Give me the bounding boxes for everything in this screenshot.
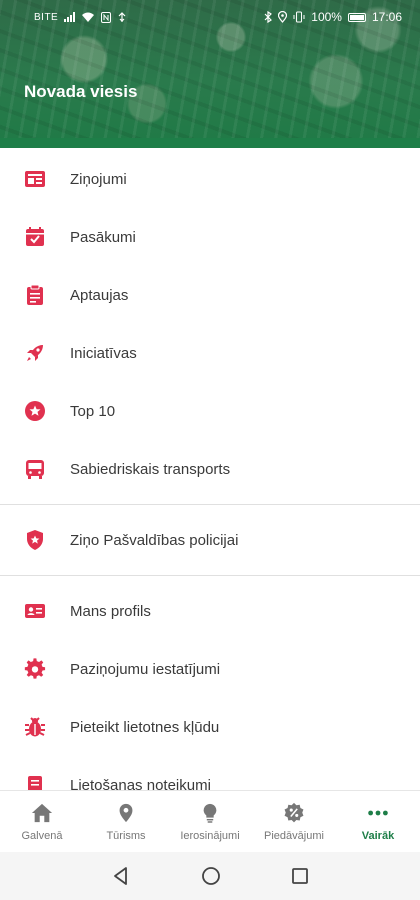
menu-item-label: Top 10 [70, 402, 116, 420]
bottom-navigation: Galvenā Tūrisms Ierosinājumi Piedāvājumi… [0, 790, 420, 852]
nav-label: Galvenā [21, 830, 63, 842]
menu-item-zino-policijai[interactable]: Ziņo Pašvaldības policijai [0, 511, 420, 569]
clock: 17:06 [371, 10, 402, 24]
menu-item-iniciativas[interactable]: Iniciatīvas [0, 324, 420, 382]
calendar-check-icon [22, 224, 48, 250]
bluetooth-icon [264, 11, 273, 23]
menu-item-zinojumi[interactable]: Ziņojumi [0, 150, 420, 208]
menu-item-label: Mans profils [70, 602, 151, 620]
nav-turisms[interactable]: Tūrisms [84, 791, 168, 852]
location-icon [278, 11, 288, 23]
signal-icon [64, 12, 76, 22]
map-pin-icon [114, 801, 138, 825]
menu-item-aptaujas[interactable]: Aptaujas [0, 266, 420, 324]
menu-item-sabiedriskais-transports[interactable]: Sabiedriskais transports [0, 440, 420, 498]
menu-item-pazinojumu-iestatijumi[interactable]: Paziņojumu iestatījumi [0, 640, 420, 698]
menu-item-pasakumi[interactable]: Pasākumi [0, 208, 420, 266]
recents-icon[interactable] [291, 867, 309, 885]
page-title: Novada viesis [24, 82, 138, 101]
status-bar: BITE 100% 17:06 [0, 0, 420, 34]
menu-item-label: Ziņo Pašvaldības policijai [70, 531, 239, 549]
system-navigation-bar [0, 852, 420, 900]
gear-icon [22, 656, 48, 682]
shield-star-icon [22, 527, 48, 553]
nav-vairak[interactable]: Vairāk [336, 791, 420, 852]
header-banner: BITE 100% 17:06 Novada viesis [0, 0, 420, 148]
nav-label: Tūrisms [106, 830, 146, 842]
divider [0, 575, 420, 576]
star-circle-icon [22, 398, 48, 424]
menu-item-label: Pieteikt lietotnes kļūdu [70, 718, 220, 736]
menu-item-mans-profils[interactable]: Mans profils [0, 582, 420, 640]
divider [0, 504, 420, 505]
menu-item-pieteikt-kludu[interactable]: Pieteikt lietotnes kļūdu [0, 698, 420, 756]
nav-label: Ierosinājumi [180, 830, 240, 842]
menu-list: Ziņojumi Pasākumi Aptaujas Iniciatīvas T… [0, 148, 420, 790]
menu-item-label: Iniciatīvas [70, 344, 137, 362]
bug-icon [22, 714, 48, 740]
id-card-icon [22, 598, 48, 624]
wifi-icon [82, 12, 95, 22]
nav-label: Piedāvājumi [264, 830, 324, 842]
battery-percent: 100% [311, 10, 342, 24]
home-icon [30, 801, 54, 825]
more-dots-icon [366, 801, 390, 825]
news-icon [22, 166, 48, 192]
menu-item-label: Lietošanas noteikumi [70, 776, 211, 791]
lightbulb-icon [198, 801, 222, 825]
percent-icon [282, 801, 306, 825]
menu-item-label: Ziņojumi [70, 170, 127, 188]
menu-item-label: Sabiedriskais transports [70, 460, 231, 478]
nav-piedavajumi[interactable]: Piedāvājumi [252, 791, 336, 852]
status-right: 100% 17:06 [264, 10, 402, 24]
nav-ierosinajumi[interactable]: Ierosinājumi [168, 791, 252, 852]
bus-icon [22, 456, 48, 482]
battery-icon [347, 12, 366, 22]
menu-item-lietosanas-noteikumi[interactable]: Lietošanas noteikumi [0, 756, 420, 790]
nav-galvena[interactable]: Galvenā [0, 791, 84, 852]
vibrate-icon [293, 11, 305, 23]
menu-item-label: Paziņojumu iestatījumi [70, 660, 221, 678]
carrier-name: BITE [34, 11, 59, 23]
menu-item-top-10[interactable]: Top 10 [0, 382, 420, 440]
header-band [0, 138, 420, 148]
back-icon[interactable] [111, 866, 131, 886]
home-circle-icon[interactable] [201, 866, 221, 886]
clipboard-icon [22, 282, 48, 308]
rocket-icon [22, 340, 48, 366]
data-sync-icon [118, 11, 126, 22]
menu-item-label: Aptaujas [70, 286, 129, 304]
nav-label: Vairāk [361, 830, 395, 842]
document-icon [22, 772, 48, 790]
nfc-icon [101, 11, 112, 23]
menu-item-label: Pasākumi [70, 228, 136, 246]
status-left: BITE [34, 11, 127, 23]
